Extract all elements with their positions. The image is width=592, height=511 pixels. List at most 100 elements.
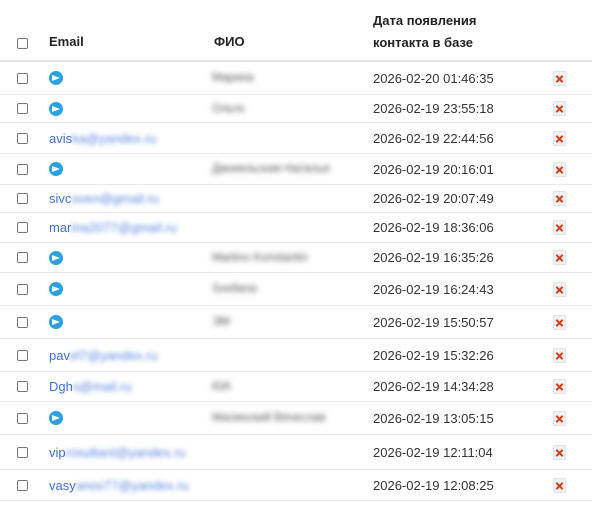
email-cell: vasyanov77@yandex.ru bbox=[49, 470, 209, 500]
fio-cell: ЭМ bbox=[212, 306, 362, 338]
row-checkbox[interactable] bbox=[17, 316, 28, 328]
select-all-checkbox[interactable] bbox=[17, 38, 28, 49]
row-checkbox[interactable] bbox=[17, 412, 28, 424]
email-visible-text: sivc bbox=[49, 191, 72, 206]
telegram-icon[interactable] bbox=[49, 315, 63, 329]
row-checkbox[interactable] bbox=[17, 446, 28, 458]
telegram-icon[interactable] bbox=[49, 250, 63, 265]
row-checkbox[interactable] bbox=[17, 193, 28, 204]
email-cell bbox=[49, 62, 209, 94]
telegram-icon[interactable] bbox=[49, 282, 63, 296]
fio-text: Martino Konstantin bbox=[212, 251, 308, 264]
column-header-date-line1: Дата появления bbox=[373, 13, 477, 28]
delete-icon[interactable] bbox=[553, 101, 566, 116]
delete-cell bbox=[553, 154, 566, 184]
email-redacted-text: rosultant@yandex.ru bbox=[65, 444, 186, 460]
email-visible-text: avis bbox=[49, 130, 73, 146]
delete-cell bbox=[553, 372, 566, 401]
telegram-icon[interactable] bbox=[49, 411, 63, 425]
email-link[interactable]: marina2077@gmail.ru bbox=[49, 220, 177, 235]
row-checkbox[interactable] bbox=[17, 72, 28, 84]
table-row[interactable]: Martino Konstantin 2026-02-19 16:35:26 bbox=[0, 243, 592, 273]
email-cell bbox=[49, 243, 209, 272]
date-cell: 2026-02-19 12:11:04 bbox=[373, 435, 493, 469]
fio-cell bbox=[212, 339, 362, 371]
email-cell: viprosultant@yandex.ru bbox=[49, 435, 209, 469]
delete-icon[interactable] bbox=[553, 444, 566, 460]
row-checkbox[interactable] bbox=[17, 132, 28, 144]
delete-icon[interactable] bbox=[553, 70, 566, 86]
delete-icon[interactable] bbox=[553, 281, 566, 297]
fio-cell bbox=[212, 470, 362, 500]
email-cell: aviska@yandex.ru bbox=[49, 123, 209, 153]
fio-cell: Martino Konstantin bbox=[212, 243, 362, 272]
row-checkbox[interactable] bbox=[17, 103, 28, 114]
table-row[interactable]: Марина 2026-02-20 01:46:35 bbox=[0, 62, 592, 95]
table-row[interactable]: aviska@yandex.ru 2026-02-19 22:44:56 bbox=[0, 123, 592, 154]
email-link[interactable]: pavel7@yandex.ru bbox=[49, 348, 158, 363]
telegram-icon[interactable] bbox=[49, 71, 63, 85]
table-row[interactable]: Ольга 2026-02-19 23:55:18 bbox=[0, 95, 592, 123]
fio-cell bbox=[212, 213, 362, 242]
delete-icon[interactable] bbox=[553, 130, 566, 146]
email-visible-text: vip bbox=[49, 444, 66, 460]
row-checkbox[interactable] bbox=[17, 252, 28, 263]
delete-icon[interactable] bbox=[553, 314, 566, 330]
table-row[interactable]: sivcoven@gmail.ru 2026-02-19 20:07:49 bbox=[0, 185, 592, 213]
table-row[interactable]: ЭМ 2026-02-19 15:50:57 bbox=[0, 306, 592, 339]
delete-cell bbox=[553, 402, 566, 434]
delete-icon[interactable] bbox=[553, 347, 566, 363]
date-cell: 2026-02-19 20:16:01 bbox=[373, 154, 494, 184]
email-redacted-text: ina2077@gmail.ru bbox=[71, 220, 178, 235]
email-link[interactable]: aviska@yandex.ru bbox=[49, 131, 156, 146]
row-select-cell bbox=[17, 154, 28, 184]
table-row[interactable]: Даниельская Наталья 2026-02-19 20:16:01 bbox=[0, 154, 592, 185]
delete-icon[interactable] bbox=[553, 477, 566, 493]
fio-cell: Марина bbox=[212, 62, 362, 94]
row-checkbox[interactable] bbox=[17, 222, 28, 233]
column-header-date[interactable]: Дата появления контакта в базе bbox=[373, 10, 523, 54]
date-cell: 2026-02-19 15:32:26 bbox=[373, 339, 494, 371]
email-redacted-text: oven@gmail.ru bbox=[71, 191, 160, 206]
column-header-email[interactable]: Email bbox=[49, 34, 84, 49]
delete-icon[interactable] bbox=[553, 191, 566, 206]
table-row[interactable]: viprosultant@yandex.ru 2026-02-19 12:11:… bbox=[0, 435, 592, 470]
delete-cell bbox=[553, 62, 566, 94]
fio-cell: Svetlana bbox=[212, 273, 362, 305]
table-row[interactable]: marina2077@gmail.ru 2026-02-19 18:36:06 bbox=[0, 213, 592, 243]
row-checkbox[interactable] bbox=[17, 381, 28, 392]
email-cell bbox=[49, 95, 209, 122]
select-all-cell bbox=[17, 37, 28, 52]
delete-cell bbox=[553, 435, 566, 469]
email-link[interactable]: sivcoven@gmail.ru bbox=[49, 191, 159, 206]
telegram-icon[interactable] bbox=[49, 101, 63, 116]
row-checkbox[interactable] bbox=[17, 283, 28, 295]
row-select-cell bbox=[17, 243, 28, 272]
delete-icon[interactable] bbox=[553, 379, 566, 394]
column-header-fio[interactable]: ФИО bbox=[214, 34, 245, 49]
table-row[interactable]: pavel7@yandex.ru 2026-02-19 15:32:26 bbox=[0, 339, 592, 372]
column-header-date-line2: контакта в базе bbox=[373, 35, 473, 50]
table-row[interactable]: Dghs@mail.ru ЮА 2026-02-19 14:34:28 bbox=[0, 372, 592, 402]
table-row[interactable]: Svetlana 2026-02-19 16:24:43 bbox=[0, 273, 592, 306]
delete-icon[interactable] bbox=[553, 250, 566, 265]
row-checkbox[interactable] bbox=[17, 163, 28, 175]
delete-icon[interactable] bbox=[553, 161, 566, 177]
row-checkbox[interactable] bbox=[17, 479, 28, 491]
date-text: 2026-02-19 20:16:01 bbox=[373, 161, 494, 177]
row-checkbox[interactable] bbox=[17, 349, 28, 361]
table-row[interactable]: Малинский Вячеслав 2026-02-19 13:05:15 bbox=[0, 402, 592, 435]
table-row[interactable]: vasyanov77@yandex.ru 2026-02-19 12:08:25 bbox=[0, 470, 592, 501]
delete-icon[interactable] bbox=[553, 410, 566, 426]
row-select-cell bbox=[17, 402, 28, 434]
telegram-icon[interactable] bbox=[49, 162, 63, 176]
email-link[interactable]: viprosultant@yandex.ru bbox=[49, 445, 186, 460]
date-text: 2026-02-19 16:24:43 bbox=[373, 281, 494, 297]
email-cell: sivcoven@gmail.ru bbox=[49, 185, 209, 212]
delete-icon[interactable] bbox=[553, 220, 566, 235]
fio-text: Ольга bbox=[212, 102, 244, 115]
row-select-cell bbox=[17, 435, 28, 469]
email-link[interactable]: vasyanov77@yandex.ru bbox=[49, 478, 189, 493]
email-link[interactable]: Dghs@mail.ru bbox=[49, 379, 132, 394]
row-select-cell bbox=[17, 372, 28, 401]
